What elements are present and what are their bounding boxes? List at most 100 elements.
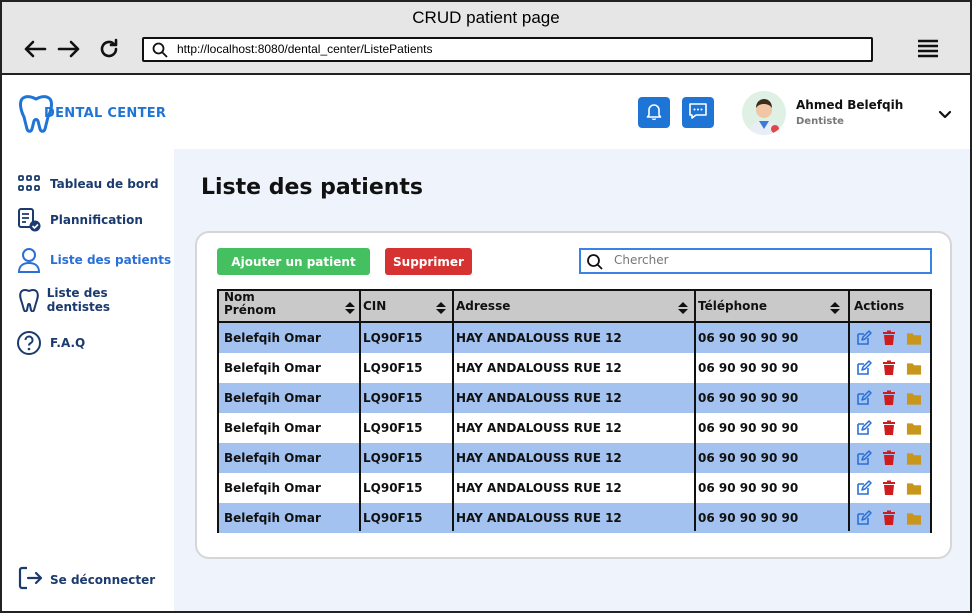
cell-address: HAY ANDALOUSS RUE 12: [456, 481, 622, 495]
forward-arrow-icon[interactable]: [56, 36, 82, 62]
patients-card: Ajouter un patient Supprimer Chercher No…: [195, 231, 952, 559]
cell-phone: 06 90 90 90 90: [698, 361, 799, 375]
trash-icon[interactable]: [881, 450, 897, 466]
add-patient-button[interactable]: Ajouter un patient: [217, 248, 370, 275]
bell-icon: [645, 102, 663, 124]
search-icon: [152, 42, 168, 62]
cell-name: Belefqih Omar: [224, 391, 321, 405]
cell-phone: 06 90 90 90 90: [698, 331, 799, 345]
edit-icon[interactable]: [856, 420, 872, 436]
top-header: Ahmed Belefqih Dentiste: [174, 77, 970, 149]
dashboard-grid-icon: [16, 171, 42, 197]
cell-address: HAY ANDALOUSS RUE 12: [456, 391, 622, 405]
trash-icon[interactable]: [881, 360, 897, 376]
cell-name: Belefqih Omar: [224, 451, 321, 465]
table-row[interactable]: Belefqih Omar LQ90F15 HAY ANDALOUSS RUE 12…: [219, 443, 930, 473]
cell-cin: LQ90F15: [363, 511, 423, 525]
edit-icon[interactable]: [856, 330, 872, 346]
trash-icon[interactable]: [881, 330, 897, 346]
header-name: Nom Prénom: [224, 291, 276, 317]
row-actions: [856, 390, 931, 406]
messages-button[interactable]: [682, 97, 714, 128]
sidebar-item-faq[interactable]: F.A.Q: [16, 329, 85, 357]
reload-icon[interactable]: [96, 36, 122, 62]
sort-phone-icon[interactable]: [829, 300, 841, 319]
table-header: Nom Prénom CIN Adresse Téléphone Actions: [219, 291, 930, 323]
cell-phone: 06 90 90 90 90: [698, 421, 799, 435]
cell-name: Belefqih Omar: [224, 361, 321, 375]
cell-name: Belefqih Omar: [224, 421, 321, 435]
sidebar-item-tableau-de-bord[interactable]: Tableau de bord: [16, 170, 159, 198]
planning-document-icon: [16, 207, 42, 233]
header-name-line2: Prénom: [224, 303, 277, 317]
trash-icon[interactable]: [881, 390, 897, 406]
sort-address-icon[interactable]: [677, 300, 689, 319]
column-divider: [359, 291, 361, 531]
sidebar-item-label: Tableau de bord: [50, 177, 159, 191]
header-address: Adresse: [456, 299, 511, 313]
header-cin: CIN: [363, 299, 387, 313]
table-row[interactable]: Belefqih Omar LQ90F15 HAY ANDALOUSS RUE 12…: [219, 383, 930, 413]
table-row[interactable]: Belefqih Omar LQ90F15 HAY ANDALOUSS RUE 12…: [219, 473, 930, 503]
table-row[interactable]: Belefqih Omar LQ90F15 HAY ANDALOUSS RUE 12…: [219, 503, 930, 533]
column-divider: [848, 291, 850, 531]
browser-toolbar: CRUD patient page http://localhost:8080/…: [2, 2, 970, 75]
hamburger-menu-icon[interactable]: [916, 37, 940, 61]
folder-icon[interactable]: [906, 360, 922, 376]
sidebar-item-liste-des-patients[interactable]: Liste des patients: [16, 246, 171, 274]
sidebar-item-plannification[interactable]: Plannification: [16, 206, 143, 234]
cell-name: Belefqih Omar: [224, 511, 321, 525]
sidebar-item-liste-des-dentistes[interactable]: Liste des dentistes: [16, 286, 174, 314]
edit-icon[interactable]: [856, 450, 872, 466]
browser-window: CRUD patient page http://localhost:8080/…: [0, 0, 972, 613]
cell-cin: LQ90F15: [363, 481, 423, 495]
cell-cin: LQ90F15: [363, 421, 423, 435]
folder-icon[interactable]: [906, 330, 922, 346]
folder-icon[interactable]: [906, 390, 922, 406]
back-arrow-icon[interactable]: [22, 36, 48, 62]
edit-icon[interactable]: [856, 480, 872, 496]
folder-icon[interactable]: [906, 450, 922, 466]
user-icon: [16, 247, 42, 273]
cell-phone: 06 90 90 90 90: [698, 391, 799, 405]
cell-phone: 06 90 90 90 90: [698, 481, 799, 495]
edit-icon[interactable]: [856, 360, 872, 376]
row-actions: [856, 360, 931, 376]
chat-icon: [688, 102, 708, 124]
trash-icon[interactable]: [881, 510, 897, 526]
header-phone: Téléphone: [698, 299, 768, 313]
table-row[interactable]: Belefqih Omar LQ90F15 HAY ANDALOUSS RUE 12…: [219, 323, 930, 353]
notifications-button[interactable]: [638, 97, 670, 128]
table-row[interactable]: Belefqih Omar LQ90F15 HAY ANDALOUSS RUE 12…: [219, 413, 930, 443]
search-input[interactable]: Chercher: [579, 248, 932, 274]
avatar[interactable]: [742, 91, 786, 135]
sidebar-item-label: Liste des dentistes: [46, 286, 111, 314]
folder-icon[interactable]: [906, 510, 922, 526]
user-name: Ahmed Belefqih: [796, 98, 904, 112]
trash-icon[interactable]: [881, 480, 897, 496]
row-actions: [856, 480, 931, 496]
edit-icon[interactable]: [856, 390, 872, 406]
table-row[interactable]: Belefqih Omar LQ90F15 HAY ANDALOUSS RUE 12…: [219, 353, 930, 383]
column-divider: [452, 291, 454, 531]
row-actions: [856, 510, 931, 526]
sort-cin-icon[interactable]: [435, 300, 447, 319]
cell-address: HAY ANDALOUSS RUE 12: [456, 331, 622, 345]
folder-icon[interactable]: [906, 420, 922, 436]
dental-center-logo[interactable]: DENTAL CENTER: [16, 91, 166, 135]
trash-icon[interactable]: [881, 420, 897, 436]
cell-address: HAY ANDALOUSS RUE 12: [456, 361, 622, 375]
delete-button[interactable]: Supprimer: [385, 248, 472, 275]
header-actions: Actions: [854, 299, 905, 313]
folder-icon[interactable]: [906, 480, 922, 496]
url-bar[interactable]: http://localhost:8080/dental_center/List…: [142, 37, 873, 62]
main-panel: Liste des patients Ajouter un patient Su…: [174, 149, 970, 611]
sidebar: DENTAL CENTER Tableau de bord Plannifica…: [2, 77, 174, 611]
edit-icon[interactable]: [856, 510, 872, 526]
patients-table: Nom Prénom CIN Adresse Téléphone Actions…: [217, 289, 932, 533]
sort-name-icon[interactable]: [344, 300, 356, 319]
logout-button[interactable]: Se déconnecter: [18, 566, 155, 593]
cell-cin: LQ90F15: [363, 391, 423, 405]
chevron-down-icon[interactable]: [938, 105, 952, 124]
row-actions: [856, 420, 931, 436]
